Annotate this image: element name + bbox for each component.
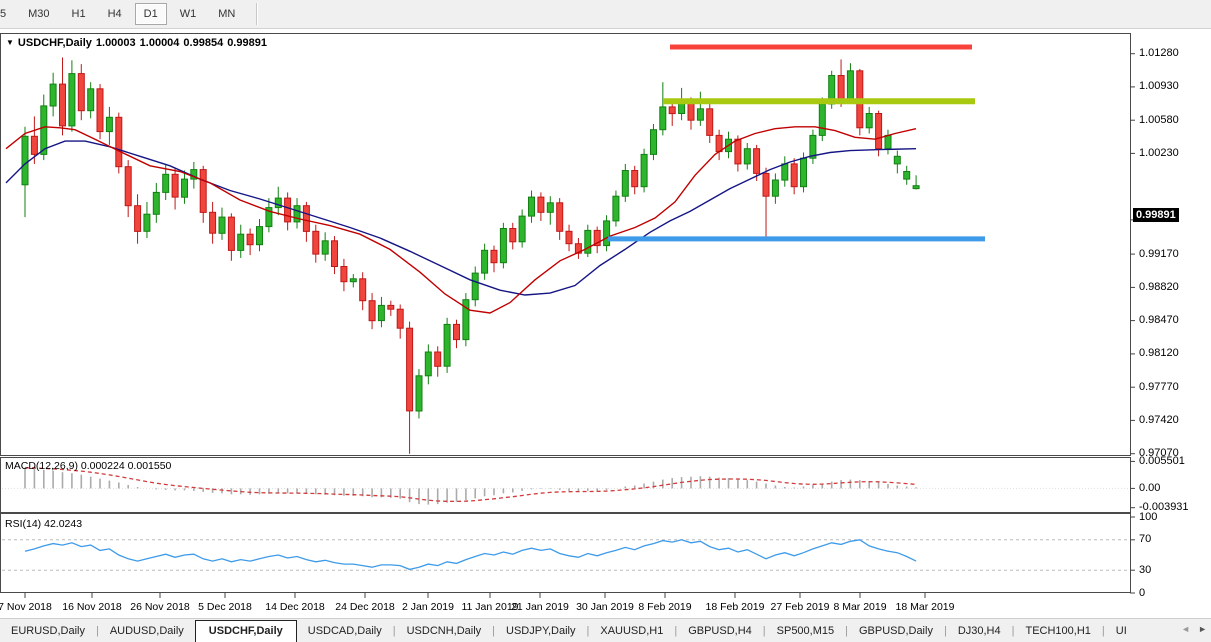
date-axis-label: 5 Dec 2018 — [198, 601, 252, 613]
symbol-tab-DJ30-H4[interactable]: DJ30,H4 — [947, 621, 1012, 642]
tab-separator: | — [1012, 625, 1015, 637]
ohlc-low: 0.99854 — [183, 37, 223, 49]
ohlc-close: 0.99891 — [227, 37, 267, 49]
chart-region: ▼ USDCHF,Daily 1.00003 1.000040.99854 0.9989… — [0, 29, 1211, 618]
date-axis-label: 11 Jan 2019 — [461, 601, 518, 613]
timeframe-toolbar: 5M30H1H4D1W1MN — [0, 0, 1211, 29]
date-axis-label: 30 Jan 2019 — [576, 601, 634, 613]
tab-separator: | — [96, 625, 99, 637]
timeframe-button-H1[interactable]: H1 — [63, 3, 95, 25]
tab-separator: | — [587, 625, 590, 637]
symbol-tab-GBPUSD-Daily[interactable]: GBPUSD,Daily — [848, 621, 944, 642]
symbol-tab-XAUUSD-H1[interactable]: XAUUSD,H1 — [589, 621, 674, 642]
price-axis-label: 0.98470 — [1139, 314, 1179, 326]
chart-title: ▼ USDCHF,Daily 1.00003 1.000040.99854 0.9989… — [6, 37, 271, 49]
date-axis-label: 21 Jan 2019 — [511, 601, 569, 613]
symbol-tab-GBPUSD-H4[interactable]: GBPUSD,H4 — [677, 621, 763, 642]
macd-indicator-label: MACD(12,26,9) 0.000224 0.001550 — [5, 460, 171, 472]
timeframe-button-MN[interactable]: MN — [209, 3, 244, 25]
scroll-tabs-right-icon[interactable]: ► — [1198, 624, 1207, 634]
timeframe-button-D1[interactable]: D1 — [135, 3, 167, 25]
date-axis-label: 24 Dec 2018 — [335, 601, 395, 613]
price-axis-label: 0.97770 — [1139, 381, 1179, 393]
tab-separator: | — [845, 625, 848, 637]
symbol-tab-USDCHF-Daily[interactable]: USDCHF,Daily — [195, 620, 297, 642]
rsi-value: 42.0243 — [44, 518, 82, 530]
price-axis-label: 0.98120 — [1139, 347, 1179, 359]
rsi-axis-label: 0 — [1139, 587, 1145, 599]
rsi-pane[interactable] — [1, 514, 1131, 593]
symbol-tab-EURUSD-Daily[interactable]: EURUSD,Daily — [0, 621, 96, 642]
symbol-tab-USDJPY-Daily[interactable]: USDJPY,Daily — [495, 621, 587, 642]
tab-separator: | — [674, 625, 677, 637]
symbol-tab-AUDUSD-Daily[interactable]: AUDUSD,Daily — [99, 621, 195, 642]
rsi-axis-label: 70 — [1139, 533, 1151, 545]
symbol-tab-UI[interactable]: UI — [1105, 621, 1138, 642]
scroll-tabs-left-icon[interactable]: ◄ — [1181, 624, 1190, 634]
date-axis-label: 14 Dec 2018 — [265, 601, 325, 613]
price-axis-label: 1.00930 — [1139, 80, 1179, 92]
rsi-indicator-label: RSI(14) 42.0243 — [5, 518, 82, 530]
macd-axis-label: 0.00 — [1139, 482, 1160, 494]
date-axis-label: 18 Mar 2019 — [896, 601, 955, 613]
main-pane[interactable] — [1, 34, 1131, 456]
macd-main-value: 0.000224 — [81, 460, 125, 472]
date-axis-label: 27 Feb 2019 — [771, 601, 830, 613]
chart-symbol-label: USDCHF,Daily — [18, 37, 92, 49]
tab-scroll-arrows: ◄ ► — [1181, 624, 1207, 634]
date-axis-label: 8 Mar 2019 — [833, 601, 886, 613]
symbol-tab-USDCNH-Daily[interactable]: USDCNH,Daily — [396, 621, 493, 642]
current-price-tag: 0.99891 — [1133, 208, 1179, 222]
rsi-axis-label: 100 — [1139, 511, 1157, 523]
toolbar-separator — [256, 3, 258, 25]
symbol-tab-TECH100-H1[interactable]: TECH100,H1 — [1014, 621, 1101, 642]
tab-separator: | — [944, 625, 947, 637]
timeframe-button-H4[interactable]: H4 — [99, 3, 131, 25]
symbol-tabs: EURUSD,Daily|AUDUSD,DailyUSDCHF,DailyUSD… — [0, 618, 1138, 642]
trading-terminal-window: 5M30H1H4D1W1MN ▼ USDCHF,Daily 1.00003 1.000… — [0, 0, 1211, 642]
price-axis-label: 1.00580 — [1139, 114, 1179, 126]
price-axis-label: 0.99170 — [1139, 248, 1179, 260]
tab-separator: | — [393, 625, 396, 637]
date-axis-label: 8 Feb 2019 — [638, 601, 691, 613]
timeframe-button-M30[interactable]: M30 — [19, 3, 58, 25]
tab-separator: | — [492, 625, 495, 637]
macd-signal-value: 0.001550 — [128, 460, 172, 472]
date-axis-label: 7 Nov 2018 — [0, 601, 52, 613]
date-axis-label: 2 Jan 2019 — [402, 601, 454, 613]
chart-dropdown-icon[interactable]: ▼ — [6, 38, 14, 47]
price-axis-label: 0.98820 — [1139, 281, 1179, 293]
ohlc-high: 1.00004 — [140, 37, 180, 49]
symbol-tab-USDCAD-Daily[interactable]: USDCAD,Daily — [297, 621, 393, 642]
macd-axis-label: 0.005501 — [1139, 455, 1185, 467]
date-axis-label: 16 Nov 2018 — [62, 601, 122, 613]
timeframe-button-5[interactable]: 5 — [0, 3, 15, 25]
price-axis-label: 1.01280 — [1139, 47, 1179, 59]
rsi-axis-label: 30 — [1139, 564, 1151, 576]
tab-separator: | — [1102, 625, 1105, 637]
symbol-tab-SP500-M15[interactable]: SP500,M15 — [766, 621, 845, 642]
tab-separator: | — [763, 625, 766, 637]
price-chart-canvas[interactable] — [0, 29, 1211, 618]
timeframe-button-W1[interactable]: W1 — [171, 3, 206, 25]
ohlc-open: 1.00003 — [96, 37, 136, 49]
price-axis-label: 1.00230 — [1139, 147, 1179, 159]
symbol-tabbar: EURUSD,Daily|AUDUSD,DailyUSDCHF,DailyUSD… — [0, 618, 1211, 642]
date-axis-label: 26 Nov 2018 — [130, 601, 190, 613]
price-axis-label: 0.97420 — [1139, 414, 1179, 426]
date-axis-label: 18 Feb 2019 — [706, 601, 765, 613]
